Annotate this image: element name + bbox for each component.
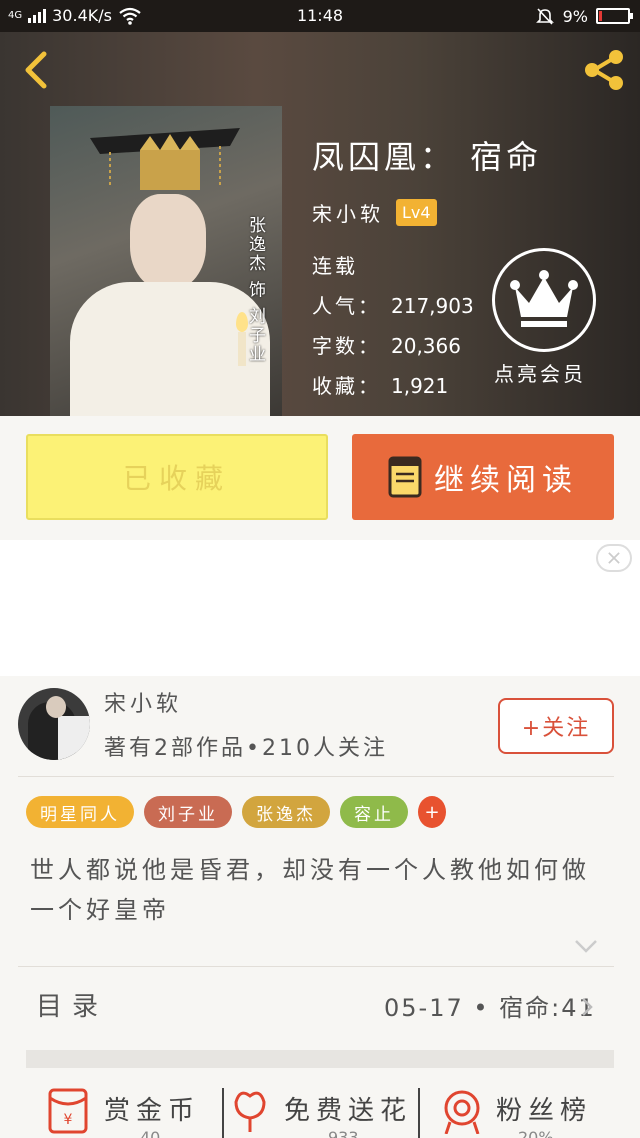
level-badge: Lv4 <box>396 199 437 226</box>
favorites-label: 收藏： <box>312 374 381 398</box>
close-icon[interactable] <box>596 544 632 572</box>
popularity-value: 217,903 <box>391 294 474 318</box>
vip-button[interactable] <box>492 248 596 352</box>
popularity-row: 人气： 217,903 <box>312 290 474 319</box>
red-envelope-icon: ¥ <box>48 1088 88 1134</box>
tag-item[interactable]: 容止 <box>340 796 408 828</box>
author-name[interactable]: 宋小软 <box>312 198 384 227</box>
table-of-contents-row[interactable]: 目录 05-17 • 宿命:41 <box>0 968 640 1042</box>
separator <box>418 1088 420 1138</box>
bottom-actions: ¥ 赏金币 40 免费送花 933 粉丝榜 20% <box>0 1080 640 1138</box>
battery-icon <box>596 8 633 24</box>
separator <box>222 1088 224 1138</box>
favorites-row: 收藏： 1,921 <box>312 370 448 399</box>
send-flowers-button[interactable]: 免费送花 933 <box>228 1080 416 1138</box>
follow-button[interactable]: +关注 <box>498 698 614 754</box>
action-bar: 已收藏 继续阅读 <box>0 416 640 540</box>
reward-count: 40 <box>140 1128 161 1138</box>
book-header: 张逸杰 饰 刘子业 凤囚凰： 宿命 宋小软 Lv4 连载 人气： 217,903 … <box>0 32 640 416</box>
divider <box>18 966 614 967</box>
collected-button[interactable]: 已收藏 <box>26 434 328 520</box>
book-cover[interactable]: 张逸杰 饰 刘子业 <box>50 106 282 416</box>
latest-chapter: 05-17 • 宿命:41 <box>384 994 596 1022</box>
crown-hat-illustration <box>90 128 240 190</box>
tag-item[interactable]: 张逸杰 <box>242 796 330 828</box>
svg-text:¥: ¥ <box>64 1112 73 1128</box>
fans-count: 20% <box>518 1128 554 1138</box>
crown-icon <box>510 270 578 327</box>
word-count-value: 20,366 <box>391 334 461 358</box>
tag-item[interactable]: 刘子业 <box>144 796 232 828</box>
fans-ranking-button[interactable]: 粉丝榜 20% <box>438 1080 618 1138</box>
serial-status: 连载 <box>312 254 358 278</box>
chevron-down-icon[interactable] <box>574 938 598 954</box>
fans-label: 粉丝榜 <box>496 1096 593 1126</box>
reward-coins-button[interactable]: ¥ 赏金币 40 <box>40 1080 220 1138</box>
popularity-label: 人气： <box>312 294 381 318</box>
divider <box>18 776 614 777</box>
flowers-label: 免费送花 <box>284 1096 413 1126</box>
section-author-name[interactable]: 宋小软 <box>104 686 182 718</box>
word-count-row: 字数： 20,366 <box>312 330 461 359</box>
bell-muted-icon <box>535 8 554 25</box>
tag-item[interactable]: 明星同人 <box>26 796 134 828</box>
continue-reading-label: 继续阅读 <box>434 463 578 498</box>
ad-area <box>0 540 640 676</box>
cover-caption: 张逸杰 饰 刘子业 <box>245 216 265 364</box>
chevron-right-icon <box>582 998 593 1016</box>
battery-percent: 9% <box>562 6 588 26</box>
status-bar: 4G 30.4K/s 11:48 9% <box>0 0 640 32</box>
back-arrow-icon[interactable] <box>18 48 54 92</box>
word-count-label: 字数： <box>312 334 381 358</box>
book-title: 凤囚凰： 宿命 <box>312 138 543 176</box>
reward-label: 赏金币 <box>104 1096 201 1126</box>
share-icon[interactable] <box>580 46 628 94</box>
favorites-value: 1,921 <box>391 374 449 398</box>
continue-reading-button[interactable]: 继续阅读 <box>352 434 614 520</box>
cover-face <box>130 194 206 290</box>
flower-icon <box>234 1091 266 1132</box>
vip-label[interactable]: 点亮会员 <box>494 358 586 387</box>
tag-list: 明星同人 刘子业 张逸杰 容止 + <box>26 796 446 828</box>
avatar[interactable] <box>18 688 90 760</box>
add-tag-button[interactable]: + <box>418 796 446 828</box>
medal-icon <box>444 1090 480 1134</box>
section-separator <box>26 1050 614 1068</box>
author-section: 宋小软 著有2部作品•210人关注 +关注 明星同人 刘子业 张逸杰 容止 + … <box>0 676 640 1138</box>
book-icon <box>388 456 422 498</box>
author-meta: 著有2部作品•210人关注 <box>104 736 388 761</box>
toc-label: 目录 <box>36 992 109 1022</box>
book-description: 世人都说他是昏君，却没有一个人教他如何做一个好皇帝 <box>30 856 590 924</box>
flowers-count: 933 <box>328 1128 359 1138</box>
author-row[interactable]: 宋小软 Lv4 <box>312 198 437 227</box>
battery-level <box>599 11 602 21</box>
